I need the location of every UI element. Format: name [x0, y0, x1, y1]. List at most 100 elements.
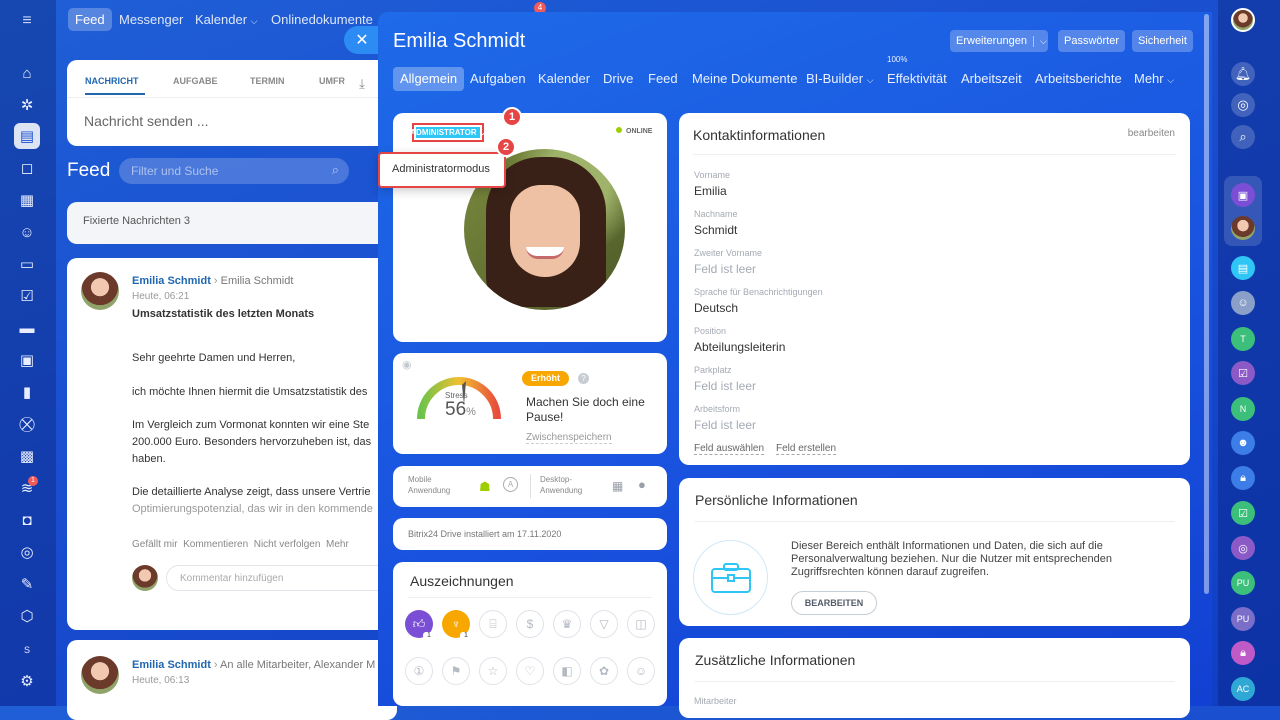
more-icon[interactable]: S — [14, 637, 40, 663]
avatar[interactable] — [81, 272, 119, 310]
chat-avatar[interactable]: PU — [1231, 571, 1255, 595]
comment-input[interactable]: Kommentar hinzufügen — [166, 565, 396, 591]
target-icon[interactable]: ◎ — [14, 539, 40, 565]
heart-icon[interactable]: ♡ — [516, 657, 544, 685]
puzzle-icon[interactable]: ✲ — [14, 92, 40, 118]
tasks-icon[interactable]: ☑ — [14, 283, 40, 309]
eye-icon[interactable]: ◉ — [402, 358, 412, 371]
checklist-icon[interactable]: ☑ — [1231, 501, 1255, 525]
target-icon[interactable]: ◎ — [1231, 536, 1255, 560]
tab-more[interactable]: Mehr ⌵ — [1134, 67, 1174, 91]
tab-event[interactable]: TERMIN — [250, 76, 285, 86]
search-chat-icon[interactable]: ⌕ — [1231, 125, 1255, 149]
nav-feed[interactable]: Feed — [68, 8, 112, 31]
tab-work-reports[interactable]: Arbeitsberichte — [1035, 67, 1122, 91]
administrator-badge[interactable]: ADMINISTRATOR ⌵ — [410, 125, 486, 140]
close-icon[interactable]: ✕ — [344, 26, 380, 54]
beer-icon[interactable]: ◧ — [553, 657, 581, 685]
tab-message[interactable]: NACHRICHT — [85, 76, 139, 86]
analytics-icon[interactable]: ▮ — [14, 379, 40, 405]
settings-icon[interactable]: ⚙ — [14, 668, 40, 694]
team-avatar[interactable]: ☺ — [1231, 291, 1255, 315]
post-author[interactable]: Emilia Schmidt — [132, 659, 211, 671]
smile-icon[interactable]: ☺ — [627, 657, 655, 685]
tab-working-time[interactable]: Arbeitszeit — [961, 67, 1022, 91]
apple-icon[interactable]: ● — [638, 477, 646, 492]
avatar[interactable] — [1231, 216, 1255, 240]
tab-task[interactable]: AUFGABE — [173, 76, 218, 86]
chat-icon[interactable]: ▤ — [1231, 256, 1255, 280]
document-icon[interactable]: ▭ — [14, 251, 40, 277]
edit-contact-link[interactable]: bearbeiten — [1128, 128, 1175, 139]
security-button[interactable]: Sicherheit — [1132, 30, 1193, 52]
box-icon[interactable]: ⬡ — [14, 603, 40, 629]
post-recipient[interactable]: Emilia Schmidt — [221, 275, 294, 287]
lock-icon[interactable]: 🔒︎ — [1231, 466, 1255, 490]
target-icon[interactable]: ◎ — [1231, 93, 1255, 117]
tab-drive[interactable]: Drive — [603, 67, 633, 91]
shop-icon[interactable]: ⛒ — [14, 411, 40, 437]
gift-icon[interactable]: ⌸ — [479, 610, 507, 638]
tab-effectivity[interactable]: 100% Effektivität — [887, 55, 947, 91]
money-icon[interactable]: $ — [516, 610, 544, 638]
number-one-icon[interactable]: ① — [405, 657, 433, 685]
pinned-messages[interactable]: Fixierte Nachrichten 3 — [67, 202, 397, 244]
tab-feed[interactable]: Feed — [648, 67, 678, 91]
star-icon[interactable]: ☆ — [479, 657, 507, 685]
tab-calendar[interactable]: Kalender — [538, 67, 590, 91]
tab-general[interactable]: Allgemein — [393, 67, 465, 91]
home-icon[interactable]: ⌂ — [14, 60, 40, 86]
group-icon[interactable]: ☻ — [1231, 431, 1255, 455]
tasks-icon[interactable]: ☑ — [1231, 361, 1255, 385]
tab-tasks[interactable]: Aufgaben — [470, 67, 526, 91]
booking-icon[interactable]: ▩ — [14, 443, 40, 469]
more-action[interactable]: Mehr — [326, 539, 349, 550]
flower-icon[interactable]: ✿ — [590, 657, 618, 685]
select-field-link[interactable]: Feld auswählen — [694, 443, 765, 455]
menu-icon[interactable]: ≡ — [14, 8, 40, 34]
post-recipient[interactable]: An alle Mitarbeiter, Alexander M — [220, 659, 375, 671]
like-action[interactable]: Gefällt mir — [132, 539, 178, 550]
chat-avatar[interactable]: AC — [1231, 677, 1255, 701]
sites-icon[interactable]: ▣ — [14, 347, 40, 373]
filter-search-input[interactable]: Filter und Suche ⌕ — [119, 158, 349, 184]
robot-icon[interactable]: ◘ — [14, 507, 40, 533]
chat-group-icon[interactable]: ▣ — [1231, 183, 1255, 207]
avatar[interactable] — [81, 656, 119, 694]
nav-messenger[interactable]: Messenger — [119, 12, 183, 27]
minimize-icon[interactable]: ⤓ — [344, 71, 380, 97]
windows-icon[interactable]: ▦ — [612, 479, 623, 493]
tab-my-documents[interactable]: Meine Dokumente — [692, 67, 798, 91]
chat-icon[interactable]: ◻ — [14, 155, 40, 181]
scrollbar[interactable] — [1204, 14, 1209, 594]
cake-icon[interactable]: ◫ — [627, 610, 655, 638]
post-author[interactable]: Emilia Schmidt — [132, 275, 211, 287]
chat-avatar[interactable]: T — [1231, 327, 1255, 351]
crown-icon[interactable]: ♛ — [553, 610, 581, 638]
cocktail-icon[interactable]: ▽ — [590, 610, 618, 638]
feed-icon[interactable]: ▤ — [14, 123, 40, 149]
comment-action[interactable]: Kommentieren — [183, 539, 248, 550]
bell-icon[interactable]: 🔔︎ — [1231, 62, 1255, 86]
save-stress-link[interactable]: Zwischenspeichern — [526, 432, 612, 444]
extensions-button[interactable]: Erweiterungen ⌵ — [950, 30, 1048, 52]
appstore-icon[interactable]: A — [503, 477, 518, 492]
nav-calendar[interactable]: Kalender ⌵ — [195, 12, 258, 27]
help-icon[interactable]: ? — [578, 373, 589, 384]
chat-avatar[interactable]: N — [1231, 397, 1255, 421]
admin-mode-menu-item[interactable]: Administratormodus — [392, 163, 490, 175]
user-avatar[interactable] — [1231, 8, 1255, 32]
tab-poll[interactable]: UMFR — [319, 76, 345, 86]
nav-online-docs[interactable]: Onlinedokumente — [271, 12, 373, 27]
sign-icon[interactable]: ✎ — [14, 571, 40, 597]
group-icon[interactable]: ☺ — [14, 219, 40, 245]
lock-icon[interactable]: 🔒︎ — [1231, 641, 1255, 665]
unfollow-action[interactable]: Nicht verfolgen — [254, 539, 321, 550]
crm-icon[interactable]: ▬ — [14, 315, 40, 341]
send-message-input[interactable]: Nachricht senden ... — [84, 113, 209, 129]
android-icon[interactable]: ☗ — [479, 479, 491, 495]
tab-bi-builder[interactable]: BI-Builder ⌵ — [806, 67, 874, 91]
chat-avatar[interactable]: PU — [1231, 607, 1255, 631]
create-field-link[interactable]: Feld erstellen — [776, 443, 837, 455]
edit-personal-button[interactable]: BEARBEITEN — [791, 591, 877, 615]
